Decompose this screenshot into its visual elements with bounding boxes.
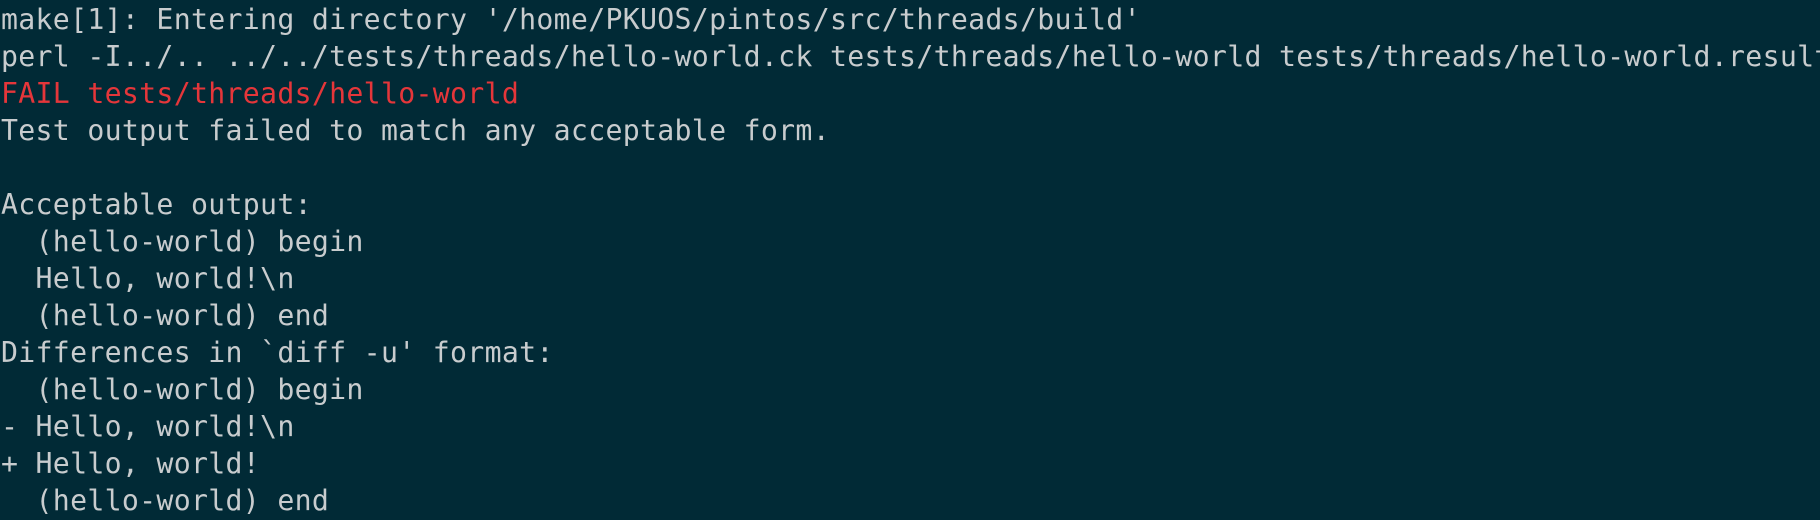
diff-context-line: (hello-world) end [1, 484, 330, 517]
acceptable-output-line: Hello, world!\n [1, 262, 295, 295]
perl-check-command-line: perl -I../.. ../../tests/threads/hello-w… [1, 40, 1820, 73]
fail-status-line: FAIL tests/threads/hello-world [1, 77, 520, 110]
acceptable-output-line: (hello-world) end [1, 299, 330, 332]
acceptable-output-line: (hello-world) begin [1, 225, 364, 258]
diff-added-line: + Hello, world! [1, 447, 261, 480]
failure-message-line: Test output failed to match any acceptab… [1, 114, 830, 147]
diff-removed-line: - Hello, world!\n [1, 410, 295, 443]
make-entering-directory-line: make[1]: Entering directory '/home/PKUOS… [1, 3, 1141, 36]
terminal-output[interactable]: make[1]: Entering directory '/home/PKUOS… [0, 0, 1820, 520]
diff-heading: Differences in `diff -u' format: [1, 336, 554, 369]
acceptable-output-heading: Acceptable output: [1, 188, 312, 221]
diff-context-line: (hello-world) begin [1, 373, 364, 406]
